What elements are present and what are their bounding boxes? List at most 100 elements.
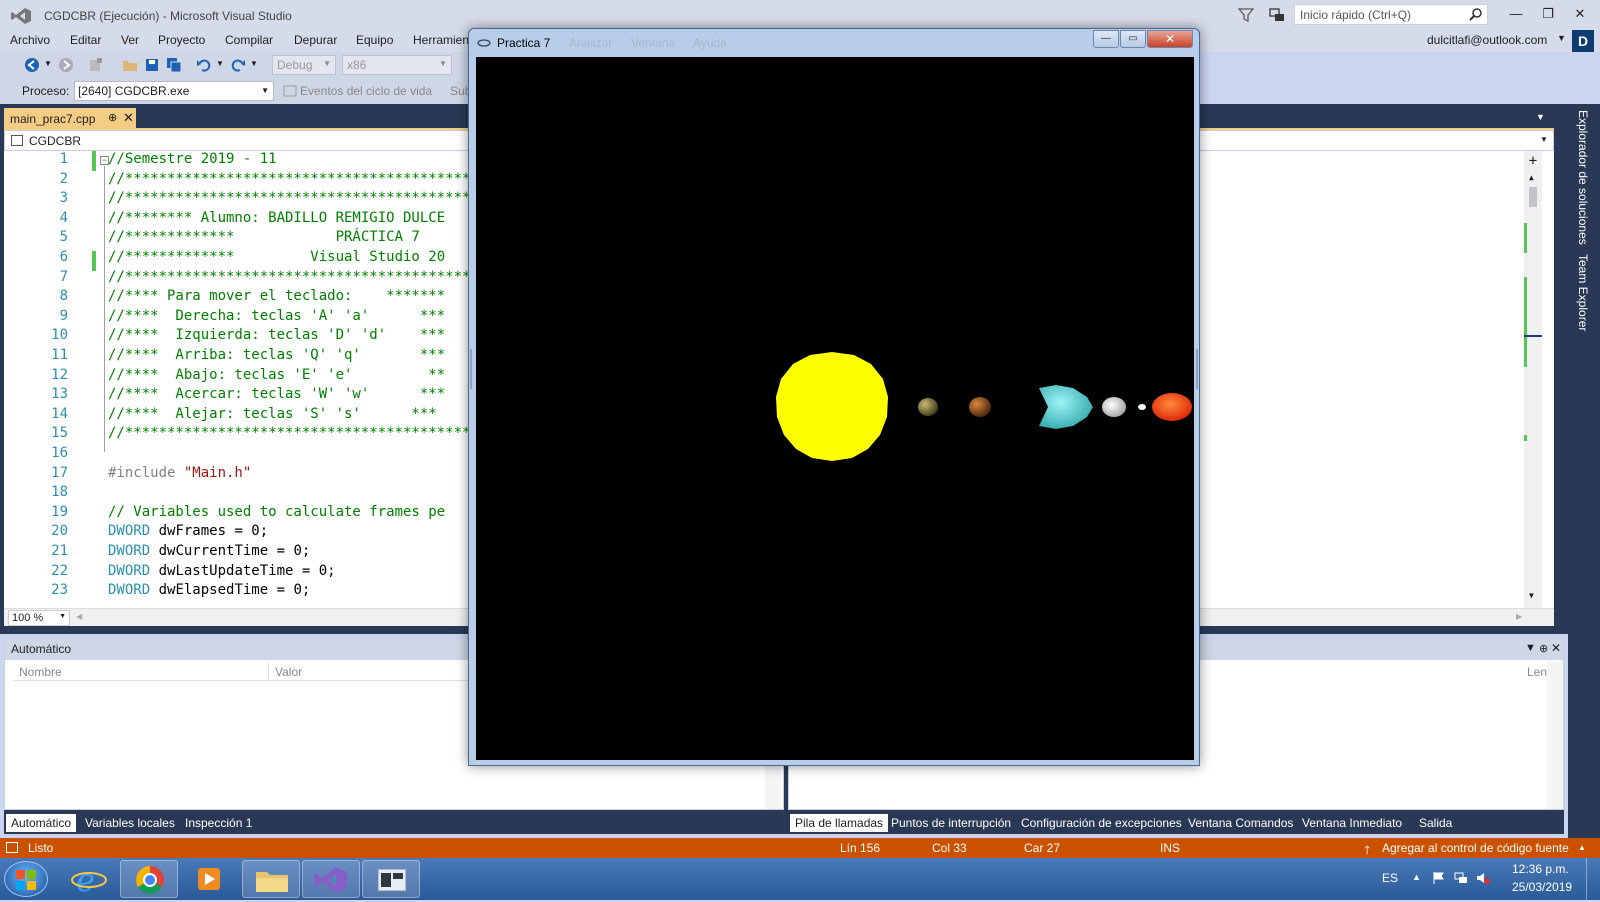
windows-taskbar: e ES ▲ 12:36 p.m. 25/03/2019 [0, 858, 1600, 900]
close-icon[interactable]: ✕ [1568, 6, 1592, 24]
redo-icon[interactable] [230, 57, 246, 73]
opengl-canvas[interactable] [476, 57, 1194, 760]
tab-automatico[interactable]: Automático [6, 814, 77, 832]
tab-salida[interactable]: Salida [1414, 814, 1457, 832]
lifecycle-events-label[interactable]: Eventos del ciclo de vida [300, 84, 432, 98]
file-explorer-icon[interactable] [242, 860, 300, 898]
window-edge-grip[interactable] [470, 349, 472, 389]
code-text: //**************************************… [108, 269, 529, 285]
avatar[interactable]: D [1572, 30, 1594, 52]
tab-ventana-inmediato[interactable]: Ventana Inmediato [1297, 814, 1407, 832]
filter-icon[interactable] [1237, 6, 1255, 24]
zoom-select[interactable]: 100 % ▼ [8, 610, 70, 626]
clock-time[interactable]: 12:36 p.m. [1512, 862, 1569, 876]
chevron-down-icon[interactable]: ▼ [44, 59, 52, 68]
chevron-down-icon[interactable]: ▼ [250, 59, 258, 68]
menu-archivo[interactable]: Archivo [10, 33, 50, 47]
practica7-minimize-button[interactable]: — [1093, 30, 1119, 48]
code-token: //Semestre 2019 - 11 [108, 151, 277, 167]
pin-icon[interactable]: ⊕ [1539, 642, 1548, 655]
tab-ventana-comandos[interactable]: Ventana Comandos [1183, 814, 1298, 832]
window-edge-grip[interactable] [1196, 349, 1198, 389]
chevron-up-icon[interactable]: ▲ [1578, 843, 1586, 852]
scroll-thumb[interactable] [1529, 187, 1537, 207]
forward-icon[interactable] [58, 57, 74, 73]
language-indicator[interactable]: ES [1382, 871, 1398, 885]
new-project-icon[interactable] [88, 57, 104, 73]
line-number: 21 [51, 543, 68, 559]
volume-muted-icon[interactable] [1476, 871, 1490, 885]
tab-puntos-interrupcion[interactable]: Puntos de interrupción [886, 814, 1016, 832]
show-desktop-button[interactable] [1586, 858, 1600, 900]
code-text: //**** Izquierda: teclas 'D' 'd' *** [108, 327, 445, 343]
tab-pila-de-llamadas[interactable]: Pila de llamadas [790, 814, 889, 832]
code-token: //**************************************… [108, 268, 530, 285]
code-token: dwElapsedTime = 0; [150, 582, 311, 599]
practica7-close-button[interactable]: ✕ [1147, 30, 1193, 48]
network-icon[interactable] [1454, 871, 1468, 885]
chevron-down-icon[interactable]: ▼ [1536, 112, 1545, 122]
action-center-flag-icon[interactable] [1432, 871, 1446, 885]
visual-studio-taskbar-icon[interactable] [302, 860, 360, 898]
code-text: DWORD dwElapsedTime = 0; [108, 582, 310, 598]
chevron-down-icon[interactable]: ▼ [1557, 33, 1566, 43]
menu-editar[interactable]: Editar [70, 33, 101, 47]
code-text: // Variables used to calculate frames pe [108, 504, 445, 520]
chevron-down-icon[interactable]: ▼ [1540, 135, 1548, 144]
media-player-icon[interactable] [180, 860, 238, 898]
restore-icon[interactable]: ❐ [1536, 6, 1560, 24]
save-all-icon[interactable] [166, 57, 182, 73]
tab-inspeccion-1[interactable]: Inspección 1 [180, 814, 257, 832]
start-button[interactable] [4, 861, 48, 897]
clock-date[interactable]: 25/03/2019 [1512, 880, 1572, 894]
collapse-icon[interactable]: − [100, 156, 109, 165]
practica7-taskbar-icon[interactable] [362, 860, 420, 898]
internet-explorer-icon[interactable]: e [60, 860, 118, 899]
minimize-icon[interactable]: — [1504, 6, 1528, 24]
feedback-icon[interactable] [1268, 6, 1286, 24]
show-hidden-icons-icon[interactable]: ▲ [1412, 872, 1421, 882]
vertical-scrollbar[interactable]: + ▲ ▼ [1524, 151, 1542, 608]
solution-explorer-tab[interactable]: Explorador de soluciones [1576, 110, 1590, 245]
column-value[interactable]: Valor [275, 665, 302, 679]
team-explorer-tab[interactable]: Team Explorer [1576, 254, 1590, 331]
solution-config-select[interactable]: Debug ▼ [272, 55, 336, 75]
process-value: [2640] CGDCBR.exe [78, 84, 190, 98]
open-folder-icon[interactable] [122, 57, 138, 73]
menu-depurar[interactable]: Depurar [294, 33, 337, 47]
chrome-icon[interactable] [120, 860, 178, 898]
practica7-maximize-button[interactable]: ▭ [1120, 30, 1146, 48]
pin-icon[interactable]: ⊕ [108, 111, 117, 124]
tab-variables-locales[interactable]: Variables locales [80, 814, 180, 832]
project-dropdown[interactable]: CGDCBR [29, 134, 81, 148]
split-editor-icon[interactable]: + [1526, 154, 1540, 169]
menu-compilar[interactable]: Compilar [225, 33, 273, 47]
process-select[interactable]: [2640] CGDCBR.exe ▼ [74, 81, 274, 101]
column-divider[interactable] [268, 663, 269, 681]
tab-config-excepciones[interactable]: Configuración de excepciones [1016, 814, 1187, 832]
scroll-right-icon[interactable]: ▶ [1516, 612, 1522, 621]
back-icon[interactable] [24, 57, 40, 73]
scroll-up-icon[interactable]: ▲ [1529, 173, 1534, 182]
window-menu-icon[interactable]: ▼ [1525, 642, 1536, 654]
call-stack-scrollbar[interactable] [1547, 661, 1563, 809]
tab-main-prac7[interactable]: main_prac7.cpp ⊕ ✕ [4, 108, 136, 128]
column-name[interactable]: Nombre [19, 665, 62, 679]
menu-equipo[interactable]: Equipo [356, 33, 393, 47]
close-icon[interactable]: ✕ [1551, 641, 1561, 655]
scroll-down-icon[interactable]: ▼ [1529, 591, 1534, 600]
menu-ver[interactable]: Ver [121, 33, 139, 47]
quick-launch-search[interactable]: Inicio rápido (Ctrl+Q) [1294, 4, 1488, 25]
save-icon[interactable] [144, 57, 160, 73]
menu-proyecto[interactable]: Proyecto [158, 33, 205, 47]
source-control-button[interactable]: Agregar al control de código fuente [1382, 841, 1569, 855]
menu-herramientas[interactable]: Herramien [413, 33, 469, 47]
code-token: //**** Derecha: teclas 'A' 'a' *** [108, 307, 446, 324]
code-text: //**** Arriba: teclas 'Q' 'q' *** [108, 347, 445, 363]
chevron-down-icon[interactable]: ▼ [216, 59, 224, 68]
scroll-left-icon[interactable]: ◀ [76, 612, 82, 621]
platform-select[interactable]: x86 ▼ [342, 55, 452, 75]
undo-icon[interactable] [196, 57, 212, 73]
close-tab-icon[interactable]: ✕ [123, 110, 134, 126]
account-name[interactable]: dulcitlafi@outlook.com [1427, 33, 1547, 47]
